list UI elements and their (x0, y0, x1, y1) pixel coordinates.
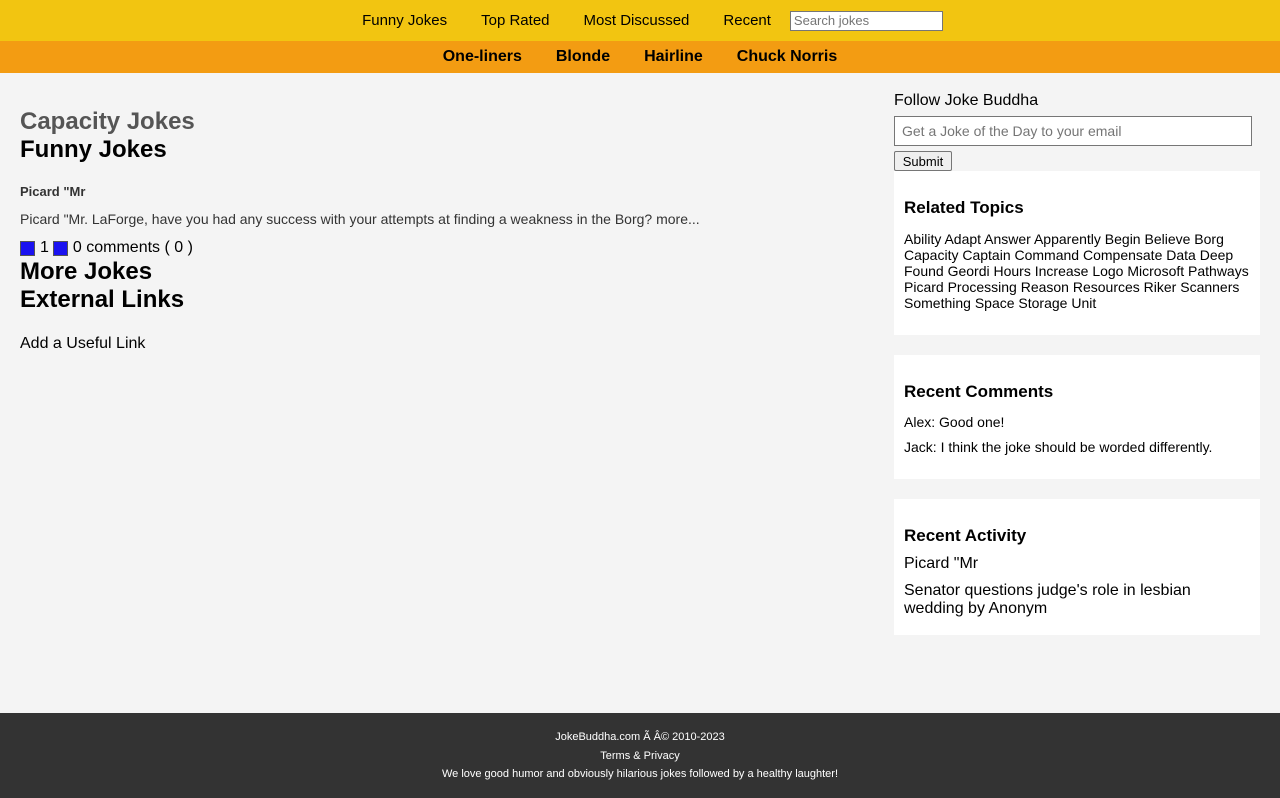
nav-hairline[interactable]: Hairline (627, 48, 720, 66)
related-topics-list[interactable]: Ability Adapt Answer Apparently Begin Be… (904, 231, 1250, 311)
comment-count[interactable]: 0 comments ( 0 ) (73, 239, 193, 257)
nav-most-discussed[interactable]: Most Discussed (567, 12, 707, 29)
recent-activity-heading: Recent Activity (904, 526, 1027, 545)
footer-terms-link[interactable]: Terms & Privacy (0, 749, 1280, 763)
comment-item: Alex: Good one! (904, 414, 1005, 430)
follow-label: Follow Joke Buddha (894, 92, 1039, 109)
vote-count: 1 (40, 239, 49, 256)
footer-tagline: We love good humor and obviously hilario… (441, 768, 839, 780)
recent-comments-box: Recent Comments Alex: Good one! Jack: I … (894, 355, 1260, 479)
page-title: Capacity Jokes (20, 108, 195, 135)
footer-copyright: JokeBuddha.com Ã Â© 2010-2023 (555, 731, 725, 743)
joke-meta: 1 0 comments ( 0 ) (20, 238, 840, 258)
nav-funny-jokes[interactable]: Funny Jokes (345, 12, 464, 29)
external-links-heading: External Links (20, 286, 185, 313)
activity-item[interactable]: Senator questions judge's role in lesbia… (904, 582, 1250, 618)
add-link[interactable]: Add a Useful Link (20, 334, 840, 354)
recent-activity-box: Recent Activity Picard "Mr Senator quest… (894, 499, 1260, 635)
search-input[interactable] (789, 10, 943, 31)
nav-recent[interactable]: Recent (706, 12, 788, 29)
related-topics-box: Related Topics Ability Adapt Answer Appa… (894, 171, 1260, 335)
activity-item[interactable]: Picard "Mr (904, 555, 1250, 573)
nav-one-liners[interactable]: One-liners (426, 48, 539, 66)
more-jokes-heading: More Jokes (20, 258, 153, 285)
category-navigation: One-liners Blonde Hairline Chuck Norris (0, 41, 1280, 73)
email-field[interactable] (894, 116, 1252, 146)
submit-button[interactable]: Submit (894, 151, 952, 171)
nav-blonde[interactable]: Blonde (539, 48, 627, 66)
related-topics-heading: Related Topics (904, 198, 1024, 217)
nav-top-rated[interactable]: Top Rated (464, 12, 566, 29)
funny-jokes-heading: Funny Jokes (20, 136, 167, 163)
main-content: Capacity Jokes Funny Jokes Picard "Mr Pi… (20, 73, 840, 354)
joke-text[interactable]: Picard "Mr. LaForge, have you had any su… (20, 210, 840, 228)
comment-item: Jack: I think the joke should be worded … (904, 439, 1213, 455)
top-navigation: Funny Jokes Top Rated Most Discussed Rec… (0, 0, 1280, 41)
footer: JokeBuddha.com Ã Â© 2010-2023 Terms & Pr… (0, 713, 1280, 798)
upvote-icon[interactable] (20, 240, 35, 256)
comment-icon[interactable] (52, 240, 68, 256)
recent-comments-heading: Recent Comments (904, 382, 1054, 401)
sidebar: Follow Joke Buddha Submit Related Topics… (894, 91, 1260, 635)
nav-chuck-norris[interactable]: Chuck Norris (720, 48, 854, 66)
joke-title[interactable]: Picard "Mr (20, 184, 840, 200)
